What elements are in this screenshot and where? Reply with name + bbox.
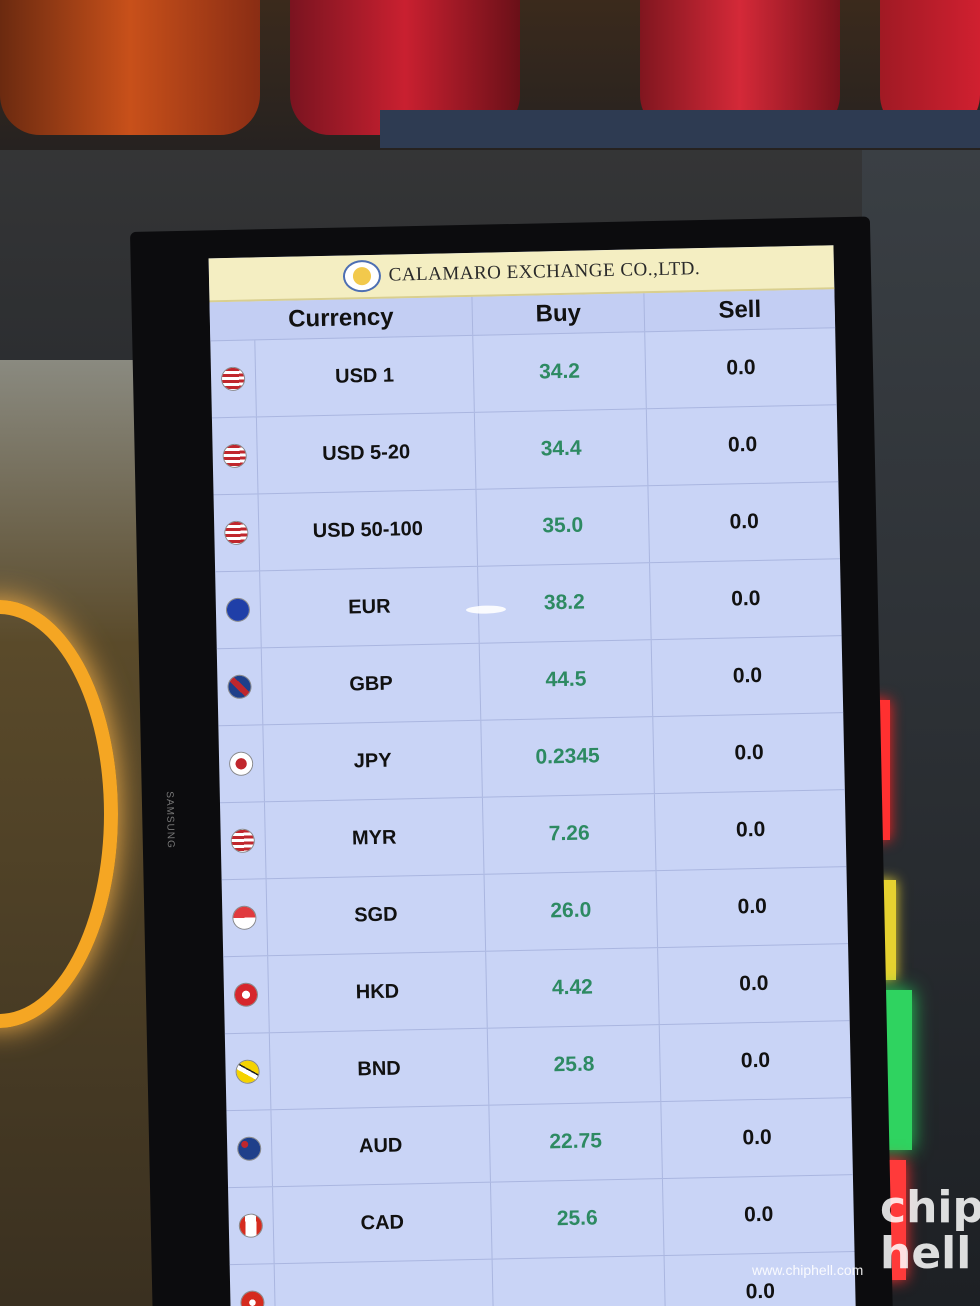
flag-cell	[230, 1264, 276, 1306]
buy-rate: 44.5	[478, 640, 653, 720]
table-row: MYR 7.26 0.0	[219, 790, 847, 881]
ca-flag-icon	[239, 1214, 263, 1237]
sell-rate: 0.0	[658, 1021, 852, 1102]
buy-rate: 22.75	[488, 1102, 662, 1182]
currency-code: USD 50-100	[257, 489, 478, 571]
rate-table-body: USD 1 34.2 0.0 USD 5-20 34.4 0.0 USD 50-100 35.…	[210, 328, 857, 1306]
flag-cell	[222, 879, 268, 956]
monitor-brand: SAMSUNG	[163, 791, 176, 849]
table-row: GBP 44.5 0.0	[216, 636, 844, 727]
flag-cell	[217, 648, 263, 725]
flag-cell	[212, 417, 258, 494]
currency-code: AUD	[270, 1105, 490, 1187]
exchange-rate-monitor: SAMSUNG CALAMARO EXCHANGE CO.,LTD. Curre…	[130, 216, 893, 1306]
table-row: SGD 26.0 0.0	[221, 867, 849, 958]
buy-rate: 7.26	[481, 794, 656, 874]
flag-cell	[218, 725, 264, 802]
buy-rate: 25.8	[486, 1025, 661, 1105]
currency-code: HKD	[267, 951, 487, 1033]
sell-rate: 0.0	[650, 636, 844, 717]
eu-flag-icon	[226, 598, 250, 622]
rate-board-screen: CALAMARO EXCHANGE CO.,LTD. Currency Buy …	[208, 245, 857, 1306]
bn-flag-icon	[236, 1060, 259, 1083]
currency-code	[273, 1259, 494, 1306]
photo-scene: SAMSUNG CALAMARO EXCHANGE CO.,LTD. Curre…	[0, 0, 980, 1306]
sell-rate: 0.0	[663, 1252, 857, 1306]
buy-rate: 34.4	[473, 409, 648, 489]
table-row: EUR 38.2 0.0	[215, 559, 842, 650]
table-row: BND 25.8 0.0	[224, 1021, 852, 1112]
table-row: JPY 0.2345 0.0	[218, 713, 845, 804]
buy-rate: 26.0	[483, 871, 658, 951]
table-row: USD 5-20 34.4 0.0	[211, 405, 839, 496]
uk-flag-icon	[228, 675, 251, 699]
sell-rate: 0.0	[655, 867, 849, 948]
company-name: CALAMARO EXCHANGE CO.,LTD.	[388, 258, 701, 286]
flag-cell	[223, 956, 269, 1033]
table-row: AUD 22.75 0.0	[226, 1098, 853, 1189]
ceiling-rail	[380, 110, 980, 148]
buy-rate: 25.6	[489, 1179, 664, 1259]
buy-rate: 0.2345	[480, 717, 654, 797]
sell-rate: 0.0	[661, 1175, 855, 1256]
watermark-url: www.chiphell.com	[752, 1262, 864, 1278]
table-row: CAD 25.6 0.0	[228, 1175, 855, 1266]
buy-column-header: Buy	[471, 293, 645, 335]
my-flag-icon	[231, 829, 255, 852]
buy-rate: 35.0	[475, 486, 650, 566]
currency-code: CAD	[272, 1182, 492, 1264]
flag-cell	[210, 340, 256, 417]
table-row: HKD 4.42 0.0	[223, 944, 850, 1035]
table-row: USD 50-100 35.0 0.0	[213, 482, 841, 573]
sell-rate: 0.0	[660, 1098, 853, 1179]
us-flag-icon	[225, 521, 248, 545]
sell-rate: 0.0	[644, 328, 837, 409]
currency-code: BND	[268, 1028, 489, 1110]
currency-code: MYR	[263, 797, 484, 879]
hk-flag-icon	[234, 983, 258, 1006]
buy-rate	[491, 1256, 666, 1306]
sg-flag-icon	[233, 906, 256, 929]
flag-cell	[215, 571, 261, 648]
sell-rate: 0.0	[649, 559, 842, 640]
lamp-shade	[0, 0, 260, 135]
company-logo-icon	[342, 259, 382, 293]
flag-cell	[226, 1110, 272, 1187]
us-flag-icon	[223, 444, 246, 468]
currency-code: GBP	[260, 643, 481, 725]
table-row: USD 1 34.2 0.0	[210, 328, 837, 419]
sell-column-header: Sell	[643, 289, 836, 332]
au-flag-icon	[237, 1137, 261, 1160]
currency-code: USD 5-20	[255, 412, 476, 494]
sell-rate: 0.0	[653, 790, 847, 871]
flag-cell	[220, 802, 266, 879]
flag-cell	[225, 1033, 271, 1110]
sell-rate: 0.0	[647, 482, 840, 563]
buy-rate: 4.42	[485, 948, 659, 1028]
currency-code: SGD	[265, 874, 486, 956]
buy-rate: 34.2	[472, 332, 646, 412]
currency-code: JPY	[262, 720, 482, 802]
watermark-logo-text: chip hell	[880, 1182, 980, 1279]
sell-rate: 0.0	[645, 405, 839, 486]
jp-flag-icon	[229, 752, 253, 776]
currency-column-header: Currency	[287, 303, 394, 333]
currency-code: USD 1	[254, 335, 474, 417]
currency-code: EUR	[259, 566, 479, 648]
sell-rate: 0.0	[657, 944, 850, 1025]
sell-rate: 0.0	[652, 713, 845, 794]
ch-flag-icon	[241, 1291, 264, 1306]
us-flag-icon	[221, 367, 245, 391]
buy-rate: 38.2	[477, 563, 651, 643]
flag-cell	[214, 494, 260, 571]
watermark-logo: chip hell	[880, 1185, 980, 1285]
flag-cell	[228, 1187, 274, 1264]
